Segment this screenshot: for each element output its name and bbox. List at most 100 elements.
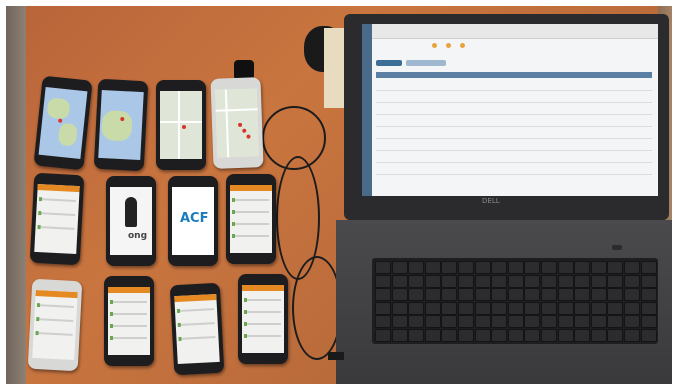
phone-screen: [174, 293, 220, 365]
keyboard-key: [491, 328, 508, 342]
phone-map-4: [210, 77, 264, 169]
keyboard-key: [607, 301, 624, 315]
list-item: [39, 212, 76, 216]
map-land: [46, 97, 71, 120]
table-row: [376, 114, 652, 115]
keyboard-key: [507, 328, 524, 342]
keyboard-key: [408, 315, 425, 328]
keyboard-key: [624, 315, 640, 328]
list-item: [110, 336, 147, 340]
map-road: [215, 108, 258, 112]
usb-plug: [328, 352, 344, 360]
keyboard-key: [524, 315, 541, 328]
keyboard-key: [624, 301, 640, 315]
phone-screen: [34, 183, 80, 255]
list-item: [37, 304, 75, 308]
keyboard-key: [524, 301, 541, 315]
laptop-display: [362, 24, 658, 196]
keyboard-key: [424, 261, 441, 274]
phone-map-1: [33, 75, 93, 171]
map-road: [160, 121, 202, 123]
keyboard-key: [391, 301, 408, 315]
keyboard-key: [375, 315, 391, 328]
keyboard-key: [375, 301, 391, 315]
list-item: [38, 226, 75, 230]
toolbar-icon: [446, 43, 451, 48]
keyboard-key: [607, 288, 624, 301]
keyboard-key: [408, 328, 425, 342]
keyboard-key: [624, 274, 640, 288]
keyboard-key: [590, 328, 607, 342]
map-pin-icon: [246, 134, 251, 139]
phone-screen: [98, 89, 144, 161]
keyboard-key: [458, 315, 474, 328]
phone-screen: [160, 91, 202, 159]
keyboard-key: [574, 328, 591, 342]
phone-map-2: [93, 78, 149, 172]
keyboard-key: [607, 315, 624, 328]
keyboard-key: [408, 301, 425, 315]
map-land: [57, 122, 78, 147]
list-item: [244, 310, 281, 314]
phone-screen: [32, 289, 78, 361]
keyboard-key: [441, 315, 458, 328]
keyboard-key: [458, 288, 474, 301]
phone-app-6: [238, 274, 288, 364]
keyboard-key: [424, 274, 441, 288]
keyboard-key: [640, 315, 657, 328]
keyboard-key: [524, 261, 541, 274]
keyboard-key: [557, 274, 574, 288]
keyboard-key: [574, 301, 591, 315]
keyboard-key: [491, 288, 508, 301]
keyboard-key: [640, 288, 657, 301]
keyboard-key: [541, 328, 557, 342]
keyboard-key: [574, 261, 591, 274]
toolbar-icon: [460, 43, 465, 48]
keyboard-key: [541, 301, 557, 315]
map-road: [178, 91, 180, 159]
keyboard-key: [541, 274, 557, 288]
keyboard-key: [557, 328, 574, 342]
keyboard-key: [590, 274, 607, 288]
keyboard-key: [557, 261, 574, 274]
list-item: [178, 322, 215, 326]
keyboard-key: [507, 288, 524, 301]
list-item: [110, 324, 147, 328]
keyboard-key: [441, 328, 458, 342]
table-row: [376, 126, 652, 127]
keyboard-key: [640, 328, 657, 342]
phone-screen: [214, 88, 260, 158]
map-pin-icon: [242, 128, 247, 133]
keyboard-key: [458, 261, 474, 274]
keyboard-key: [541, 288, 557, 301]
laptop-brand-logo: DELL: [482, 197, 500, 205]
list-item: [39, 198, 77, 202]
list-item: [110, 300, 147, 304]
keyboard-key: [524, 274, 541, 288]
table-row: [376, 138, 652, 139]
phone-app-2: [226, 174, 276, 264]
keyboard-key: [491, 261, 508, 274]
keyboard-key: [408, 274, 425, 288]
phone-screen: [38, 86, 88, 160]
keyboard-key: [458, 328, 474, 342]
list-item: [244, 334, 281, 338]
keyboard-key: [441, 301, 458, 315]
keyboard-key: [474, 315, 491, 328]
keyboard-key: [474, 301, 491, 315]
photo-scene: ong ACF DELL: [6, 6, 672, 384]
keyboard-key: [375, 328, 391, 342]
map-land: [101, 110, 133, 142]
wall-left: [6, 6, 26, 384]
phone-logo-acf: ACF: [168, 176, 218, 266]
keyboard-key: [474, 274, 491, 288]
phone-app-3: [27, 278, 83, 372]
table-row: [376, 90, 652, 91]
keyboard-key: [607, 274, 624, 288]
keyboard-key: [424, 288, 441, 301]
keyboard-key: [541, 315, 557, 328]
keyboard-key: [441, 261, 458, 274]
list-item: [244, 322, 281, 326]
keyboard-key: [424, 301, 441, 315]
keyboard-key: [441, 288, 458, 301]
